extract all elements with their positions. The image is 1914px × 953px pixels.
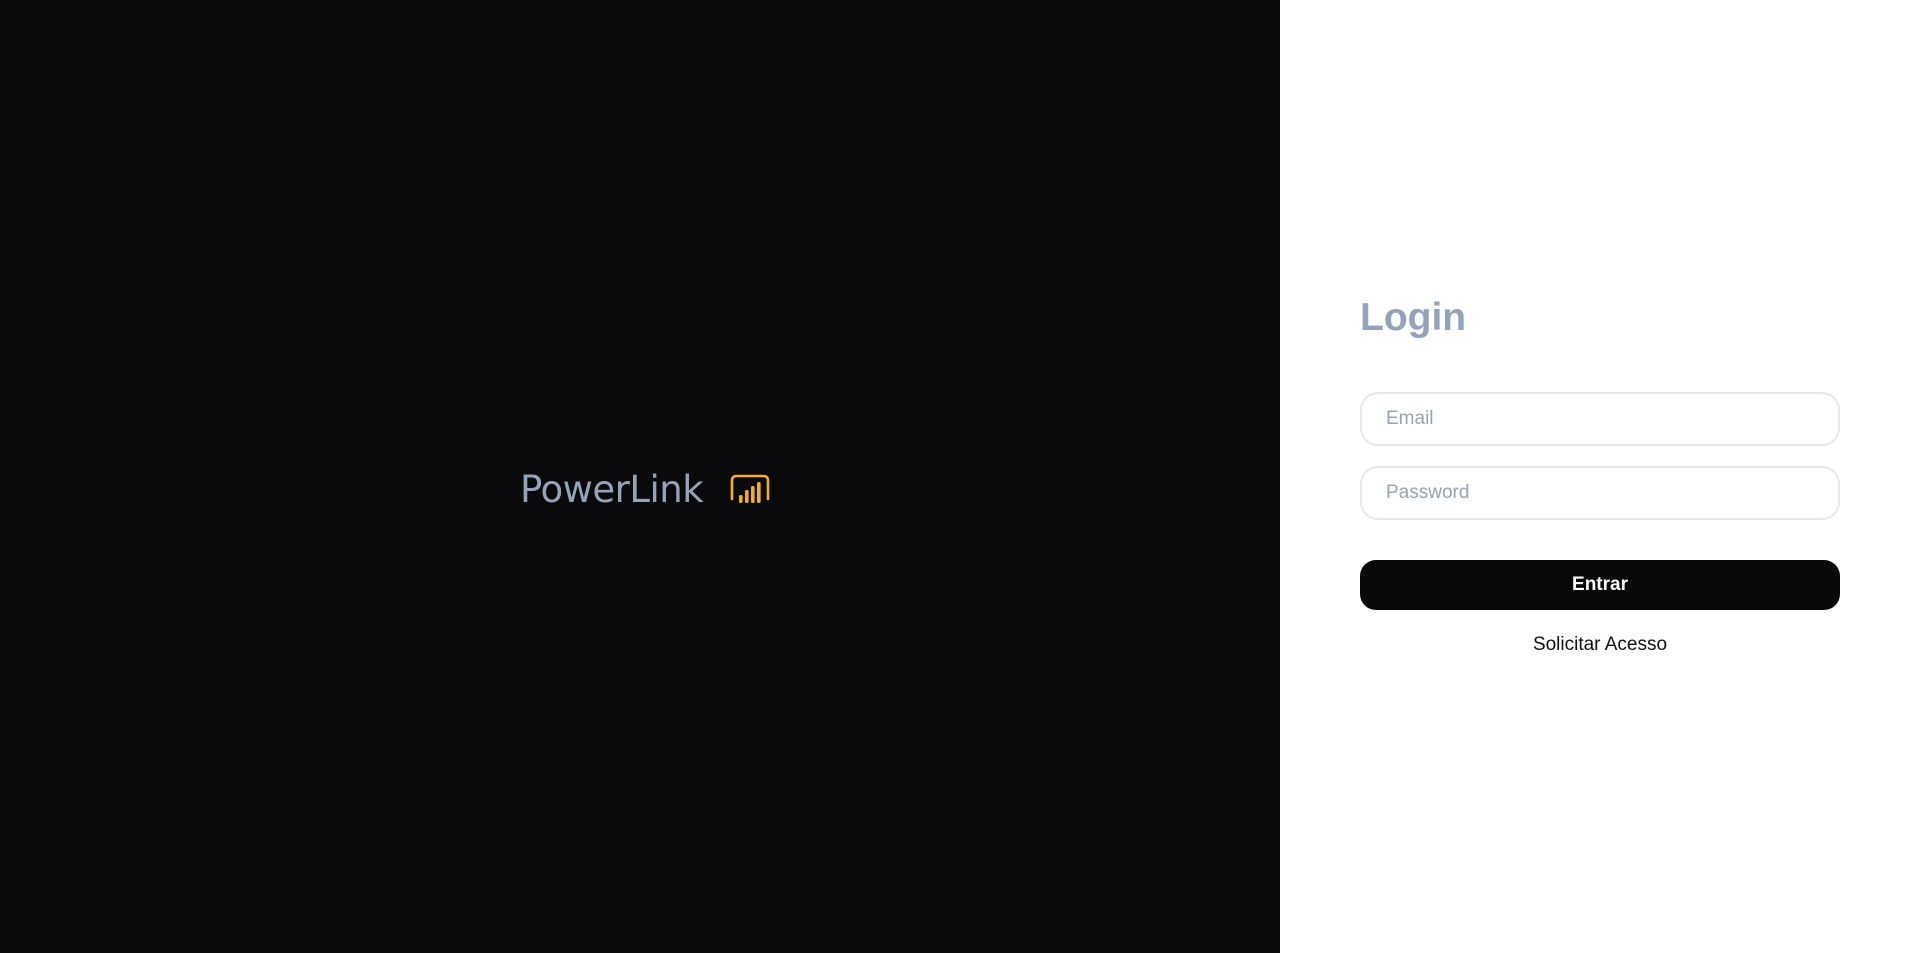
brand-name: PowerLink (520, 468, 704, 511)
login-title: Login (1360, 296, 1467, 339)
brand-panel: PowerLink (0, 0, 1280, 953)
brand: PowerLink (520, 468, 771, 511)
password-field[interactable] (1360, 466, 1840, 520)
email-field[interactable] (1360, 392, 1840, 446)
request-access-link[interactable]: Solicitar Acesso (1360, 634, 1840, 656)
login-panel: Login Entrar Solicitar Acesso (1280, 0, 1914, 953)
login-button[interactable]: Entrar (1360, 560, 1840, 610)
login-page: PowerLink Login Entrar Solicitar Acesso (0, 0, 1914, 953)
bar-chart-icon (730, 474, 770, 503)
